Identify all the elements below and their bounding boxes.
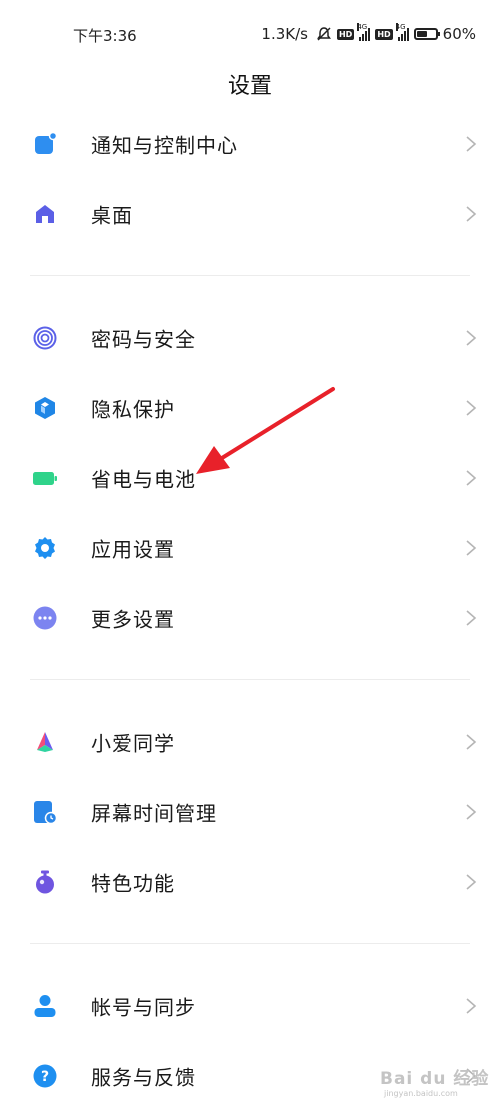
network-type-2: 4G [395, 23, 406, 31]
more-icon [33, 606, 57, 630]
silent-icon [316, 27, 331, 41]
hd-badge-2: HD [375, 28, 393, 40]
settings-item-password-security[interactable]: 密码与安全 [0, 303, 500, 373]
page-title: 设置 [227, 74, 272, 99]
watermark-sub: jingyan.baidu.com [384, 1089, 458, 1098]
battery-percent: 60% [442, 25, 476, 43]
home-icon [36, 205, 54, 223]
group-divider [30, 943, 470, 944]
screen-time-icon [34, 801, 57, 824]
battery-fill [416, 31, 428, 37]
help-icon: ? [33, 1064, 57, 1088]
settings-item-label: 应用设置 [91, 537, 175, 562]
settings-item-label: 密码与安全 [91, 327, 196, 352]
chevron-right-icon [466, 470, 477, 486]
settings-item-desktop[interactable]: 桌面 [0, 179, 500, 249]
gear-icon [35, 537, 55, 559]
chevron-right-icon [466, 804, 477, 820]
settings-item-label: 隐私保护 [91, 397, 175, 422]
settings-item-label: 特色功能 [91, 871, 175, 896]
network-speed: 1.3K/s [261, 25, 308, 43]
chevron-right-icon [466, 734, 477, 750]
hd-badge-1: HD [336, 28, 355, 40]
fingerprint-icon [33, 326, 57, 350]
settings-item-label: 屏幕时间管理 [91, 801, 217, 826]
settings-item-label: 帐号与同步 [91, 995, 196, 1020]
settings-item-app-settings[interactable]: 应用设置 [0, 513, 500, 583]
settings-item-notifications[interactable]: 通知与控制中心 [0, 109, 500, 179]
settings-item-account-sync[interactable]: 帐号与同步 [0, 971, 500, 1041]
settings-item-label: 小爱同学 [91, 731, 175, 756]
settings-item-features[interactable]: 特色功能 [0, 847, 500, 917]
chevron-right-icon [466, 874, 477, 890]
privacy-icon [35, 397, 55, 419]
feature-icon [36, 870, 54, 894]
settings-item-label: 更多设置 [91, 607, 175, 632]
signal-icon-2: 4G [395, 23, 409, 41]
settings-item-privacy[interactable]: 隐私保护 [0, 373, 500, 443]
svg-text:?: ? [41, 1069, 49, 1085]
battery-icon [413, 28, 440, 40]
settings-item-label: 服务与反馈 [91, 1065, 196, 1090]
xiaoai-icon [37, 732, 53, 752]
status-time: 下午3:36 [73, 27, 137, 45]
account-icon [34, 995, 56, 1017]
settings-item-screen-time[interactable]: 屏幕时间管理 [0, 777, 500, 847]
settings-item-more-settings[interactable]: 更多设置 [0, 583, 500, 653]
watermark-main: Bai du 经验 [380, 1069, 490, 1089]
settings-item-xiaoai[interactable]: 小爱同学 [0, 707, 500, 777]
chevron-right-icon [466, 136, 477, 152]
status-icons: 1.3K/s HD 4G HD 4G 60% [261, 23, 476, 43]
signal-icon-1: 4G [357, 23, 371, 41]
watermark: Bai du 经验 jingyan.baidu.com [380, 1056, 500, 1111]
group-divider [30, 275, 470, 276]
chevron-right-icon [466, 206, 477, 222]
group-divider [30, 679, 470, 680]
network-type-1: 4G [357, 23, 368, 31]
chevron-right-icon [466, 998, 477, 1014]
notification-icon [35, 132, 57, 154]
settings-screen: 下午3:36 1.3K/s HD 4G HD 4G 60% 设置 通知与控制中心… [0, 0, 500, 1111]
status-bar: 下午3:36 1.3K/s HD 4G HD 4G 60% [0, 0, 500, 70]
chevron-right-icon [466, 540, 477, 556]
settings-item-battery[interactable]: 省电与电池 [0, 443, 500, 513]
settings-item-label: 通知与控制中心 [91, 133, 238, 158]
chevron-right-icon [466, 330, 477, 346]
battery-icon [33, 472, 57, 485]
settings-item-label: 省电与电池 [91, 467, 196, 492]
settings-item-label: 桌面 [91, 203, 133, 228]
chevron-right-icon [466, 400, 477, 416]
chevron-right-icon [466, 610, 477, 626]
